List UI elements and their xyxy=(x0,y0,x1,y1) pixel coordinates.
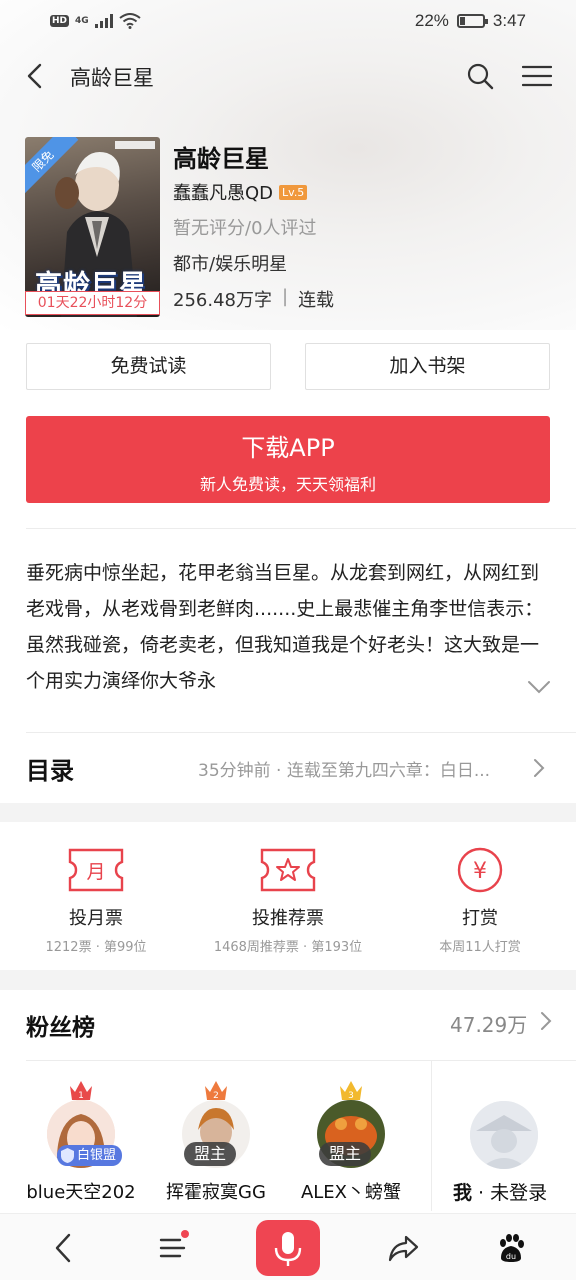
hd-indicator: HD xyxy=(50,15,70,27)
monthly-ticket-button[interactable]: 月 投月票 1212票 · 第99位 xyxy=(0,846,192,955)
fan-name: blue天空202 xyxy=(26,1182,136,1203)
rank-crown-icon: 1 xyxy=(70,1081,92,1101)
section-gap xyxy=(0,803,576,822)
add-to-shelf-button[interactable]: 加入书架 xyxy=(305,343,550,390)
author-row[interactable]: 蠢蠢凡愚QD Lv.5 xyxy=(173,179,308,205)
fan-name: 挥霍寂寞GG xyxy=(166,1182,266,1203)
table-of-contents-row[interactable]: 目录 35分钟前 · 连载至第九四六章：白日... xyxy=(0,733,576,803)
ticket-sub: 本周11人打赏 xyxy=(439,940,521,955)
tip-yen-icon: ¥ xyxy=(457,847,503,893)
voice-search-button[interactable] xyxy=(256,1220,320,1276)
nav-header: 高龄巨星 xyxy=(0,50,576,102)
recommend-ticket-button[interactable]: 投推荐票 1468周推荐票 · 第193位 xyxy=(192,846,384,955)
rating-text: 暂无评分/0人评过 xyxy=(173,218,317,239)
menu-icon[interactable] xyxy=(522,64,552,88)
fans-title: 粉丝榜 xyxy=(26,1015,95,1041)
fans-ranking-header[interactable]: 粉丝榜 47.29万 xyxy=(0,990,576,1060)
free-read-button[interactable]: 免费试读 xyxy=(26,343,271,390)
word-count: 256.48万字 xyxy=(173,290,272,311)
divider xyxy=(26,1060,576,1061)
book-title: 高龄巨星 xyxy=(173,145,269,173)
rank-crown-icon: 3 xyxy=(340,1081,362,1101)
download-app-button[interactable]: 下载APP 新人免费读，天天领福利 xyxy=(26,416,550,503)
baidu-logo-icon[interactable]: du xyxy=(495,1232,527,1264)
latest-chapter-info: 35分钟前 · 连载至第九四六章：白日... xyxy=(198,761,491,781)
ticket-name: 打赏 xyxy=(462,908,498,929)
download-title: 下载APP xyxy=(241,434,335,462)
clock: 3:47 xyxy=(492,11,526,30)
silver-alliance-badge: 白银盟 xyxy=(57,1145,123,1166)
toc-label: 目录 xyxy=(26,757,74,785)
free-countdown: 01天22小时12分 xyxy=(25,291,160,315)
network-type: 4G xyxy=(75,16,89,26)
ticket-section: 月 投月票 1212票 · 第99位 投推荐票 1468周推荐票 · 第193位… xyxy=(0,822,576,970)
alliance-leader-badge: 盟主 xyxy=(319,1142,372,1166)
browser-bottom-bar: du xyxy=(0,1213,576,1280)
separator: | xyxy=(281,286,289,307)
rank-crown-icon: 2 xyxy=(205,1081,227,1101)
expand-chevron-icon[interactable] xyxy=(526,678,552,696)
ticket-sub: 1212票 · 第99位 xyxy=(45,940,147,955)
chevron-right-icon xyxy=(534,759,545,777)
status-bar: HD 4G 22% 3:47 xyxy=(0,0,576,42)
signal-icon xyxy=(94,14,113,28)
me-label: 我 xyxy=(453,1182,473,1204)
fan-name: ALEX丶螃蟹 xyxy=(300,1182,402,1203)
nav-title: 高龄巨星 xyxy=(70,66,154,90)
back-icon[interactable] xyxy=(24,62,48,90)
word-count-row: 256.48万字 | 连载 xyxy=(173,286,334,312)
notification-dot xyxy=(181,1230,189,1238)
section-gap xyxy=(0,970,576,990)
microphone-icon xyxy=(274,1232,302,1266)
author-level-badge: Lv.5 xyxy=(279,184,308,200)
ticket-name: 投推荐票 xyxy=(252,908,324,929)
default-avatar-icon xyxy=(470,1101,538,1169)
serial-status: 连载 xyxy=(298,290,335,311)
my-login-status[interactable]: 我 · 未登录 xyxy=(453,1178,547,1205)
fan-badge-label: 白银盟 xyxy=(77,1148,117,1163)
wifi-icon xyxy=(119,13,141,29)
monthly-ticket-icon: 月 xyxy=(68,848,124,892)
author-name[interactable]: 蠢蠢凡愚QD xyxy=(173,179,273,205)
tip-button[interactable]: ¥ 打赏 本周11人打赏 xyxy=(384,846,576,955)
svg-text:du: du xyxy=(506,1252,516,1261)
fans-total: 47.29万 xyxy=(450,1013,528,1037)
divider xyxy=(431,1061,432,1211)
shield-icon xyxy=(61,1148,74,1163)
ticket-sub: 1468周推荐票 · 第193位 xyxy=(213,940,363,955)
recommend-ticket-icon xyxy=(260,848,316,892)
download-subtitle: 新人免费读，天天领福利 xyxy=(199,475,376,494)
chevron-right-icon xyxy=(541,1012,552,1030)
battery-percent: 22% xyxy=(414,11,449,30)
login-status: · 未登录 xyxy=(472,1182,548,1204)
svg-text:¥: ¥ xyxy=(473,859,487,884)
book-cover[interactable]: 限免 高龄巨星 xyxy=(25,137,160,317)
search-icon[interactable] xyxy=(466,62,494,90)
alliance-leader-badge: 盟主 xyxy=(184,1142,237,1166)
ticket-name: 投月票 xyxy=(69,908,123,929)
my-avatar[interactable] xyxy=(470,1101,538,1169)
svg-text:月: 月 xyxy=(86,861,105,883)
genre-text: 都市/娱乐明星 xyxy=(173,254,288,275)
share-icon[interactable] xyxy=(387,1232,419,1264)
back-icon[interactable] xyxy=(48,1232,80,1264)
divider xyxy=(26,528,576,529)
battery-icon xyxy=(456,14,488,28)
